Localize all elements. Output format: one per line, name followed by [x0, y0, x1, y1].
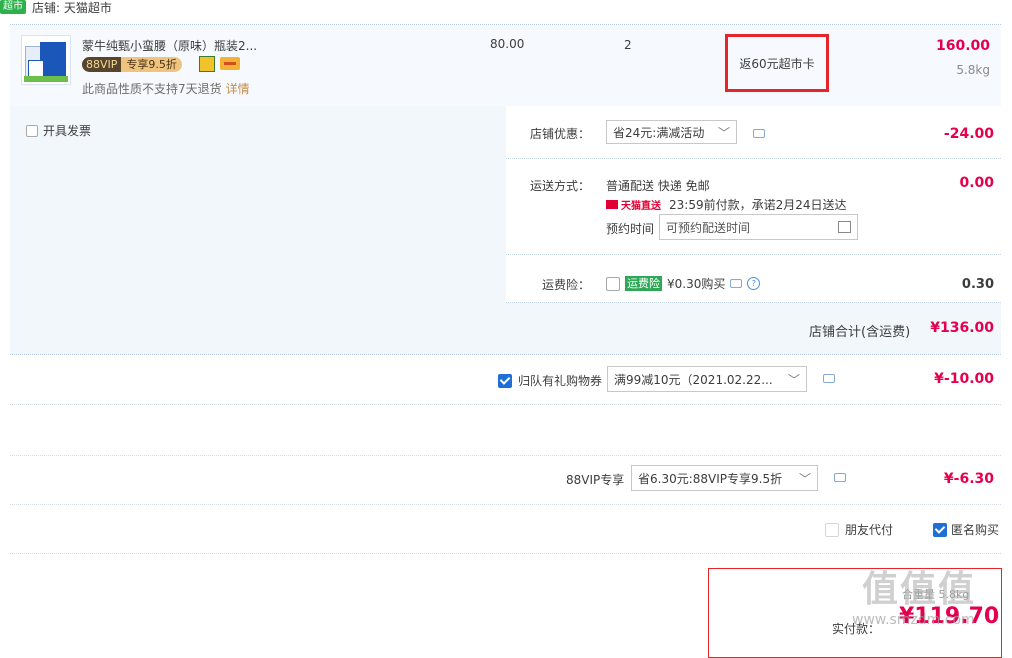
delivery-promise-text: 23:59前付款，承诺2月24日送达: [669, 198, 847, 212]
vip-amount: ¥-6.30: [943, 471, 994, 487]
insurance-badge: 运费险: [625, 276, 662, 291]
coupon-label: 归队有礼购物券: [518, 374, 603, 388]
unit-price: 80.00: [490, 37, 525, 51]
empty-row: [10, 405, 1001, 456]
store-total-label: 店铺合计(含运费): [809, 325, 911, 340]
insurance-checkbox[interactable]: [606, 276, 620, 291]
quantity: 2: [624, 38, 632, 52]
chevron-down-icon: ﹀: [787, 372, 800, 387]
store-total-amount: ¥136.00: [930, 320, 994, 336]
vip-discount-tag: 88VIP 专享9.5折: [82, 56, 182, 72]
card-icon: [220, 57, 240, 70]
service-icon: [199, 56, 215, 72]
anonymous-label: 匿名购买: [951, 523, 1000, 537]
chevron-down-icon: ﹀: [717, 125, 730, 140]
schedule-time-input[interactable]: 可预约配送时间: [659, 214, 858, 240]
product-thumbnail[interactable]: [21, 35, 71, 85]
delivery-promise: 天猫直送 23:59前付款，承诺2月24日送达: [606, 196, 847, 213]
coupon-row: 归队有礼购物券 满99减10元（2021.02.22... ﹀ ¥-10.00: [10, 355, 1001, 405]
coupon-checkbox[interactable]: [498, 373, 512, 388]
shipping-label: 运送方式：: [530, 179, 591, 193]
vip-row: 88VIP专享 省6.30元:88VIP专享9.5折 ﹀ ¥-6.30: [10, 456, 1001, 505]
coupon-amount: ¥-10.00: [934, 371, 994, 387]
details-link[interactable]: 详情: [226, 82, 250, 96]
message-icon[interactable]: [753, 129, 765, 138]
store-discount-select[interactable]: 省24元:满减活动 ﹀: [606, 120, 737, 144]
message-icon[interactable]: [834, 473, 846, 482]
rebate-text: 返60元超市卡: [739, 56, 815, 71]
insurance-price: ¥0.30购买: [667, 277, 726, 291]
shop-name[interactable]: 店铺: 天猫超市: [32, 0, 112, 16]
invoice-label: 开具发票: [43, 124, 92, 138]
store-summary-block: 开具发票 店铺优惠： 省24元:满减活动 ﹀ -24.00 运送方式： 普通配送 …: [10, 106, 1001, 355]
friend-pay-checkbox[interactable]: [825, 522, 839, 537]
store-discount-amount: -24.00: [943, 126, 994, 142]
shipping-method: 普通配送 快递 免邮: [606, 179, 710, 193]
help-icon[interactable]: ?: [747, 277, 761, 290]
tmall-cat-icon: [606, 200, 618, 209]
vip-discount-label: 专享9.5折: [121, 56, 182, 72]
message-icon[interactable]: [730, 279, 743, 288]
tmall-supermarket-badge: 超市: [0, 0, 26, 14]
coupon-option[interactable]: 归队有礼购物券: [498, 372, 602, 389]
insurance-amount: 0.30: [961, 277, 994, 292]
schedule-label: 预约时间: [606, 222, 655, 236]
shipping-amount: 0.00: [959, 175, 994, 191]
anonymous-option[interactable]: 匿名购买: [933, 521, 999, 538]
store-discount-label: 店铺优惠：: [530, 127, 591, 141]
friend-pay-option[interactable]: 朋友代付: [825, 521, 893, 538]
friend-pay-label: 朋友代付: [845, 523, 894, 537]
return-policy-note: 此商品性质不支持7天退货 详情: [82, 82, 250, 96]
insurance-label: 运费险：: [542, 278, 591, 292]
product-title[interactable]: 蒙牛纯甄小蛮腰（原味）瓶装2...: [82, 37, 257, 54]
invoice-checkbox[interactable]: [26, 124, 38, 137]
item-weight: 5.8kg: [956, 63, 990, 77]
invoice-option[interactable]: 开具发票: [26, 122, 91, 139]
vip-label: 88VIP专享: [566, 473, 625, 487]
item-total: 160.00: [935, 38, 990, 54]
tmall-direct-tag: 天猫直送: [606, 197, 661, 212]
cart-item-row: 蒙牛纯甄小蛮腰（原味）瓶装2... 88VIP 专享9.5折 此商品性质不支持7…: [10, 24, 1001, 108]
shop-header: 超市 店铺: 天猫超市: [0, 0, 112, 16]
calendar-icon: [838, 221, 851, 233]
vip-select[interactable]: 省6.30元:88VIP专享9.5折 ﹀: [631, 465, 818, 491]
chevron-down-icon: ﹀: [798, 471, 811, 486]
insurance-option[interactable]: 运费险 ¥0.30购买 ?: [606, 275, 761, 292]
rebate-highlight: 返60元超市卡: [725, 34, 829, 92]
watermark-site: www.smzdm.com: [852, 612, 975, 628]
watermark-logo: 值值值: [862, 569, 977, 610]
message-icon[interactable]: [823, 374, 835, 383]
vip-88-label: 88VIP: [82, 56, 122, 72]
payment-options-row: 朋友代付 匿名购买: [10, 505, 1001, 554]
anonymous-checkbox[interactable]: [933, 522, 947, 537]
coupon-select[interactable]: 满99减10元（2021.02.22... ﹀: [607, 366, 807, 392]
